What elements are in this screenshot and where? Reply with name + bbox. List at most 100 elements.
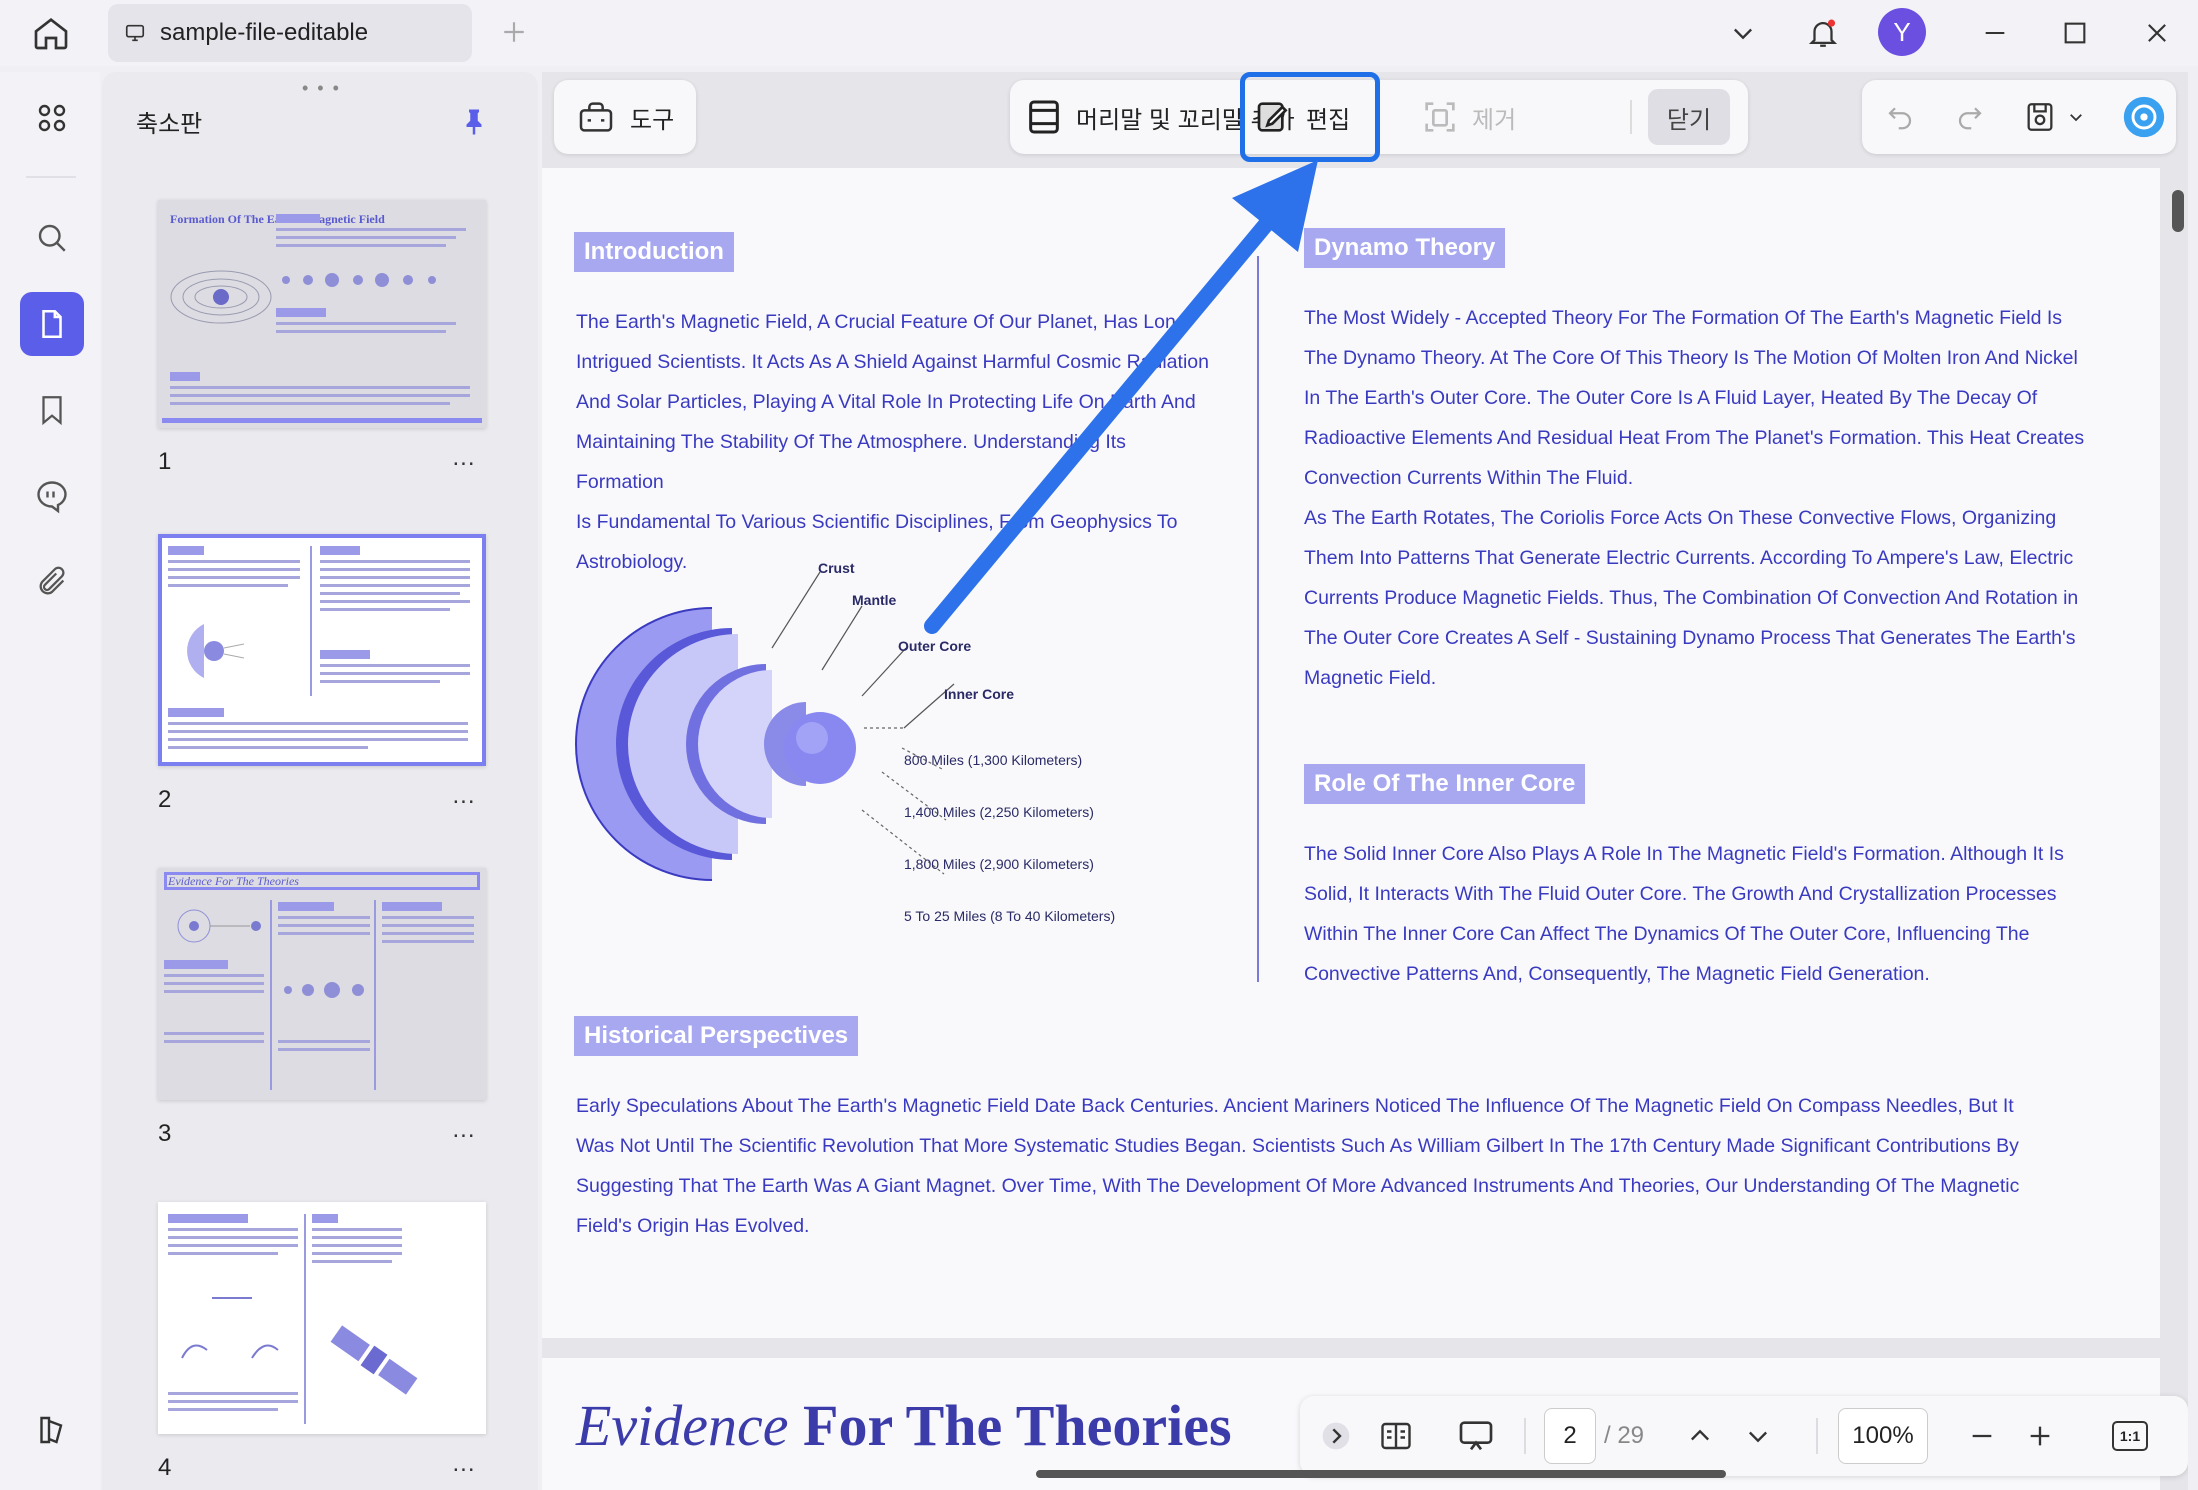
next-page-button[interactable] bbox=[1732, 1410, 1784, 1462]
save-button[interactable] bbox=[2016, 93, 2064, 141]
horizontal-scrollbar[interactable] bbox=[1036, 1470, 1726, 1478]
document-tab[interactable]: sample-file-editable bbox=[108, 4, 472, 62]
redo-button[interactable] bbox=[1946, 93, 1994, 141]
page-thumbnail-1[interactable]: Formation Of The Earth's Magnetic Field bbox=[158, 200, 486, 428]
thumbnail-text bbox=[278, 932, 370, 935]
close-edit-button[interactable]: 닫기 bbox=[1648, 89, 1730, 145]
home-button[interactable] bbox=[28, 10, 74, 56]
thumbnail-heading bbox=[168, 708, 224, 717]
actual-size-button[interactable]: 1:1 bbox=[2104, 1410, 2156, 1462]
next-page-title-bold: For The Theories bbox=[803, 1393, 1232, 1458]
presentation-button[interactable] bbox=[1450, 1410, 1502, 1462]
tools-button[interactable]: 도구 bbox=[554, 80, 696, 154]
minimize-button[interactable] bbox=[1970, 8, 2020, 58]
panel-drag-handle[interactable]: • • • bbox=[302, 78, 341, 99]
remove-label: 제거 bbox=[1472, 106, 1517, 134]
collapse-nav-button[interactable] bbox=[1310, 1410, 1362, 1462]
thumbnail-text bbox=[168, 576, 300, 579]
close-window-button[interactable] bbox=[2132, 8, 2182, 58]
vertical-scrollbar[interactable] bbox=[2172, 190, 2184, 232]
previous-page-button[interactable] bbox=[1674, 1410, 1726, 1462]
thumbnail-more-button[interactable]: ... bbox=[444, 446, 484, 476]
bookmarks-button[interactable] bbox=[20, 378, 84, 442]
thumbnail-text bbox=[320, 672, 470, 675]
text-line: The Dynamo Theory. At The Core Of This T… bbox=[1304, 347, 2078, 369]
introduction-text: The Earth's Magnetic Field, A Crucial Fe… bbox=[576, 302, 1216, 582]
bookmark-icon bbox=[42, 396, 62, 426]
home-icon bbox=[34, 17, 68, 50]
chevron-up-icon bbox=[1691, 1429, 1709, 1441]
tabs-dropdown-button[interactable] bbox=[1718, 8, 1768, 58]
thumbnail-text bbox=[168, 1228, 298, 1231]
monitor-icon bbox=[125, 24, 145, 42]
thumbnail-text bbox=[276, 244, 446, 247]
save-options-button[interactable] bbox=[2060, 93, 2092, 141]
thumbnail-more-button[interactable]: ... bbox=[444, 784, 484, 814]
nav-separator bbox=[1524, 1418, 1526, 1454]
pin-panel-button[interactable] bbox=[454, 102, 494, 142]
thumbnail-text bbox=[278, 1040, 370, 1043]
zoom-in-button[interactable] bbox=[2014, 1410, 2066, 1462]
thumbnail-text bbox=[312, 1260, 392, 1263]
header-footer-toolbar: 머리말 및 꼬리말 추가 편집 제거 닫기 bbox=[1010, 72, 1748, 162]
thumbnail-text bbox=[164, 1040, 264, 1043]
thumbnail-text bbox=[312, 1252, 402, 1255]
plus-icon bbox=[504, 22, 524, 42]
thumbnail-text bbox=[168, 730, 468, 733]
thumbnail-text bbox=[278, 916, 370, 919]
undo-icon bbox=[1888, 107, 1912, 130]
document-viewer[interactable]: Introduction The Earth's Magnetic Field,… bbox=[542, 72, 2188, 1490]
chevron-down-icon bbox=[1749, 1431, 1767, 1443]
thumbnail-text bbox=[278, 1048, 370, 1051]
layers-button[interactable] bbox=[20, 1398, 84, 1462]
section-heading: Role Of The Inner Core bbox=[1304, 764, 1586, 804]
diagram-label: Mantle bbox=[852, 592, 897, 608]
thumbnail-text bbox=[382, 924, 474, 927]
comments-button[interactable] bbox=[20, 464, 84, 528]
diagram-label: 1,800 Miles (2,900 Kilometers) bbox=[904, 856, 1094, 872]
add-tab-button[interactable] bbox=[494, 12, 534, 52]
search-button[interactable] bbox=[20, 206, 84, 270]
thumbnail-heading bbox=[320, 546, 360, 555]
remove-icon bbox=[1425, 102, 1455, 132]
thumbnail-heading bbox=[170, 372, 200, 381]
ai-assistant-button[interactable] bbox=[2120, 93, 2168, 141]
thumbnail-number: 4 bbox=[158, 1454, 172, 1481]
attachments-button[interactable] bbox=[20, 550, 84, 614]
thumbnail-text bbox=[382, 916, 474, 919]
thumbnail-text bbox=[320, 608, 450, 611]
thumbnail-title: Evidence For The Theories bbox=[168, 874, 299, 888]
thumbnail-more-button[interactable]: ... bbox=[444, 1118, 484, 1148]
rail-divider bbox=[26, 176, 76, 178]
zoom-level-field[interactable]: 100% bbox=[1838, 1408, 1928, 1464]
thumbnail-text bbox=[312, 1236, 402, 1239]
close-icon bbox=[2148, 24, 2166, 42]
thumbnail-text bbox=[164, 982, 264, 985]
save-icon bbox=[2027, 103, 2053, 131]
thumbnail-divider bbox=[304, 1214, 306, 1424]
zoom-out-button[interactable] bbox=[1956, 1410, 2008, 1462]
thumbnail-text bbox=[320, 592, 460, 595]
undo-button[interactable] bbox=[1876, 93, 1924, 141]
page-thumbnail-2[interactable] bbox=[158, 534, 486, 766]
thumbnail-more-button[interactable]: ... bbox=[444, 1452, 484, 1482]
thumbnails-button[interactable] bbox=[20, 292, 84, 356]
maximize-button[interactable] bbox=[2050, 8, 2100, 58]
notifications-button[interactable] bbox=[1798, 8, 1848, 58]
remove-button[interactable]: 제거 bbox=[1420, 80, 1516, 154]
minus-icon bbox=[1972, 1434, 1992, 1438]
page-thumbnail-3[interactable]: Evidence For The Theories bbox=[158, 868, 486, 1100]
maximize-icon bbox=[2064, 22, 2086, 44]
page-number-input[interactable]: 2 bbox=[1544, 1408, 1596, 1464]
apps-button[interactable] bbox=[20, 86, 84, 150]
page-layout-button[interactable] bbox=[1370, 1410, 1422, 1462]
user-avatar[interactable]: Y bbox=[1878, 8, 1926, 56]
thumbnail-heading bbox=[278, 902, 334, 911]
thumbnail-text bbox=[170, 394, 470, 397]
page-thumbnail-4[interactable] bbox=[158, 1202, 486, 1434]
thumbnail-field-graphic bbox=[170, 270, 272, 324]
document-page: Introduction The Earth's Magnetic Field,… bbox=[542, 168, 2160, 1338]
thumbnail-text bbox=[168, 1252, 278, 1255]
column-divider bbox=[1257, 256, 1259, 982]
redo-icon bbox=[1958, 107, 1982, 130]
